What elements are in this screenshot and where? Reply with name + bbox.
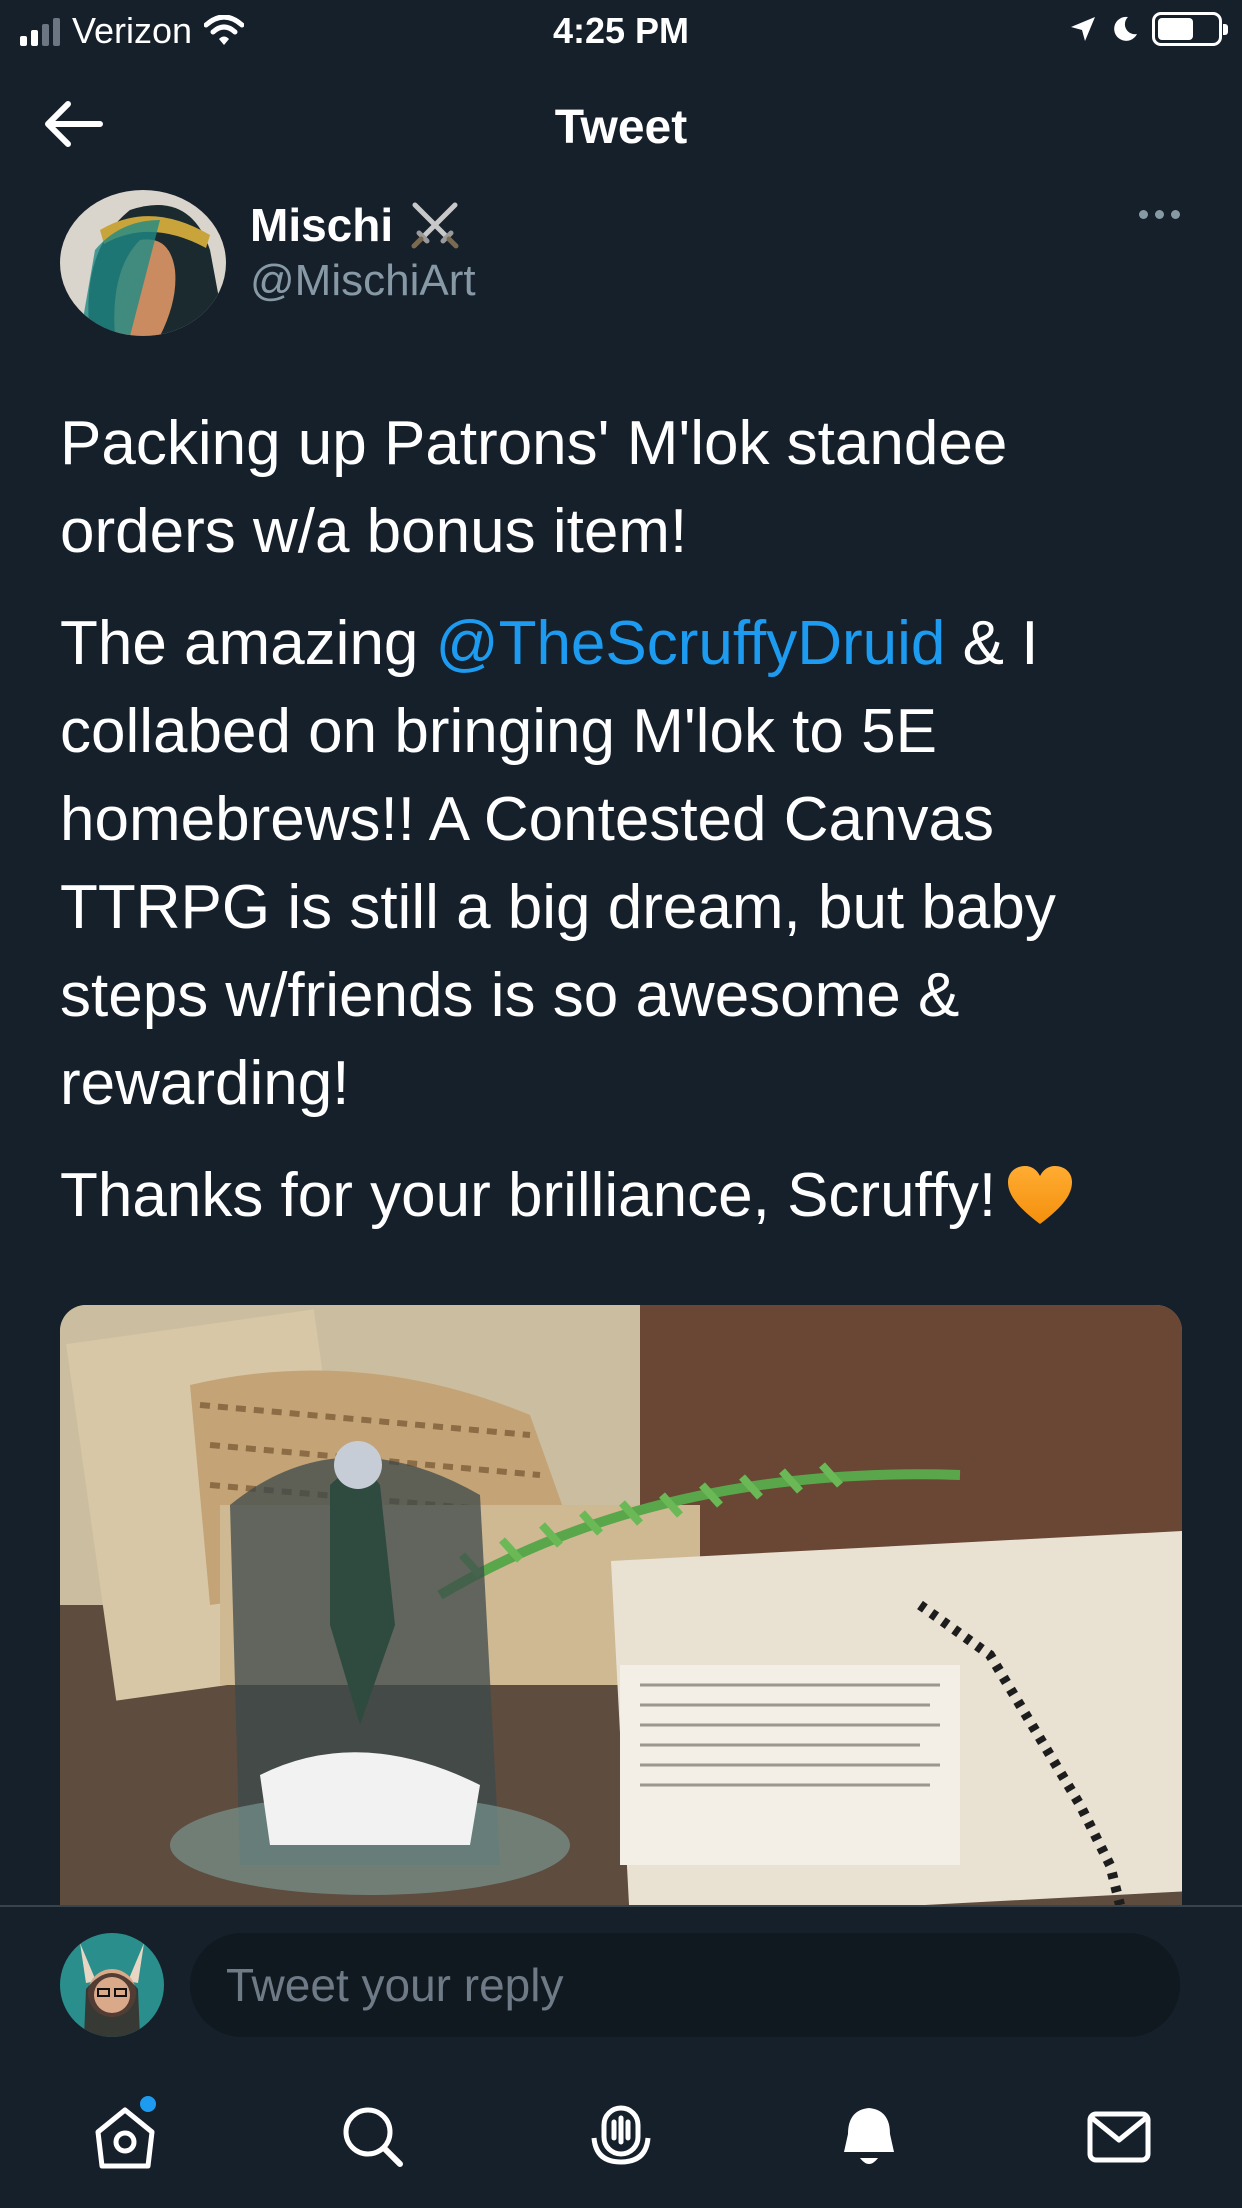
tweet-text: Packing up Patrons' M'lok standee orders…	[60, 400, 1190, 1264]
spaces-icon	[591, 2105, 651, 2165]
tweet-paragraph: The amazing @TheScruffyDruid & I collabe…	[60, 600, 1190, 1128]
tab-bar	[0, 2060, 1242, 2208]
ellipsis-icon[interactable]	[1139, 210, 1180, 219]
tab-home[interactable]	[90, 2096, 160, 2172]
page-title: Tweet	[554, 101, 688, 154]
mail-icon	[1087, 2111, 1151, 2163]
bell-icon	[844, 2108, 894, 2164]
avatar[interactable]	[60, 190, 226, 336]
tweet-paragraph: Thanks for your brilliance, Scruffy!	[60, 1152, 1190, 1240]
tweet-image[interactable]	[60, 1305, 1182, 1905]
status-right	[1068, 12, 1228, 46]
tab-notifications[interactable]	[834, 2102, 904, 2172]
display-name-row: Mischi	[250, 198, 461, 252]
avatar[interactable]	[60, 1933, 164, 2037]
text-segment: & I collabed on bringing M'lok to 5E hom…	[60, 609, 1056, 1118]
crossed-swords-icon	[411, 202, 459, 249]
status-time: 4:25 PM	[552, 10, 690, 51]
text-segment: Thanks for your brilliance, Scruffy!	[60, 1161, 997, 1230]
location-icon	[1071, 17, 1095, 41]
orange-heart-icon	[1008, 1166, 1073, 1224]
reply-bar	[0, 1905, 1242, 2037]
reply-input[interactable]	[190, 1933, 1180, 2037]
notification-dot	[140, 2096, 156, 2112]
tab-spaces[interactable]	[586, 2102, 656, 2172]
search-icon	[343, 2107, 403, 2167]
status-bar: Verizon 4:25 PM	[0, 0, 1242, 62]
moon-icon	[1114, 16, 1137, 41]
tweet-paragraph: Packing up Patrons' M'lok standee orders…	[60, 409, 1008, 566]
mention-link[interactable]: @TheScruffyDruid	[436, 609, 946, 678]
tab-search[interactable]	[338, 2102, 408, 2172]
battery-icon	[1152, 12, 1228, 46]
author-handle[interactable]: @MischiArt	[250, 256, 476, 306]
nav-bar: Tweet	[0, 70, 1242, 180]
display-name: Mischi	[250, 199, 394, 251]
tab-messages[interactable]	[1084, 2102, 1154, 2172]
home-icon	[95, 2107, 155, 2169]
text-segment: The amazing	[60, 609, 436, 678]
tweet-author[interactable]: Mischi @MischiArt	[60, 190, 1200, 340]
